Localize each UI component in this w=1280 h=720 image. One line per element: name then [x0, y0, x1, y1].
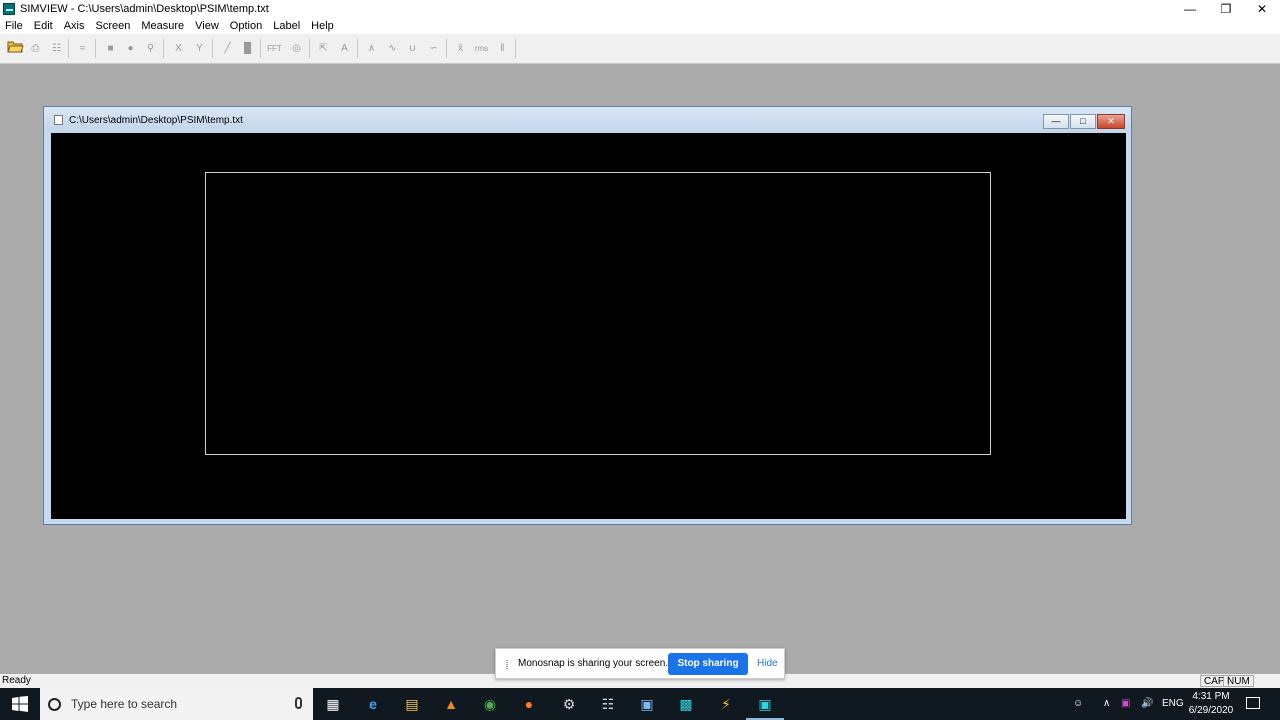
minimize-button[interactable]: —	[1172, 0, 1208, 18]
language-indicator[interactable]: ENG	[1162, 688, 1184, 720]
people-icon[interactable]: ☺	[1073, 688, 1083, 720]
menu-view[interactable]: View	[195, 20, 219, 32]
hide-button[interactable]: Hide	[757, 658, 778, 669]
x-axis-button[interactable]: X	[169, 39, 188, 58]
clock[interactable]: 4:31 PM 6/29/2020	[1182, 690, 1240, 718]
phase-icon[interactable]: ◎	[287, 39, 306, 58]
close-button[interactable]: ✕	[1244, 0, 1280, 18]
measure-min-icon[interactable]: ∪	[403, 39, 422, 58]
taskbar: Type here to search ▦ e ▤ ▲ ◉ ● ⚙ ☷ ▣ ▩ …	[0, 688, 1280, 720]
search-placeholder: Type here to search	[71, 697, 178, 711]
average-icon[interactable]: x̄	[451, 39, 470, 58]
copy-icon[interactable]: ☷	[47, 39, 66, 58]
drag-handle[interactable]	[506, 660, 508, 669]
clock-time: 4:31 PM	[1192, 691, 1230, 702]
data-setup-icon[interactable]: ≈	[73, 39, 92, 58]
y-axis-button[interactable]: Y	[190, 39, 209, 58]
zoom-icon[interactable]: ●	[121, 39, 140, 58]
measure-max-icon[interactable]: ∿	[383, 39, 402, 58]
share-message: Monosnap is sharing your screen.	[518, 658, 669, 669]
measure-next-icon[interactable]: ∽	[424, 39, 443, 58]
tray-app-icon[interactable]: ▣	[1121, 688, 1130, 720]
menu-screen[interactable]: Screen	[95, 20, 130, 32]
vlc-icon[interactable]: ▲	[440, 693, 462, 715]
simview-app-icon[interactable]	[3, 3, 15, 15]
microphone-icon[interactable]	[295, 697, 302, 709]
simview-taskbar-icon[interactable]: ▣	[746, 693, 784, 720]
edge-icon[interactable]: e	[362, 693, 384, 715]
plot-frame	[205, 172, 991, 455]
menu-axis[interactable]: Axis	[64, 20, 85, 32]
app-window-icon[interactable]: ▣	[636, 693, 658, 715]
rms-button[interactable]: rms	[472, 39, 491, 58]
psim-icon[interactable]: ▩	[675, 693, 697, 715]
zoom-region-icon[interactable]: ■	[101, 39, 120, 58]
clock-date: 6/29/2020	[1188, 705, 1234, 716]
graph-window[interactable]: C:\Users\admin\Desktop\PSIM\temp.txt — □…	[43, 106, 1132, 525]
taskbar-search[interactable]: Type here to search	[40, 688, 313, 720]
firefox-icon[interactable]: ●	[518, 693, 540, 715]
fill-icon[interactable]: █	[238, 39, 257, 58]
network-app-icon[interactable]: ☷	[597, 693, 619, 715]
child-close-button[interactable]: ✕	[1097, 114, 1125, 129]
settings-icon[interactable]: ⚙	[558, 693, 580, 715]
graph-window-title-bar[interactable]: C:\Users\admin\Desktop\PSIM\temp.txt — □…	[44, 107, 1131, 133]
plot-icon[interactable]: ╱	[218, 39, 237, 58]
num-lock-indicator: NUM	[1223, 675, 1254, 687]
fft-button[interactable]: FFT	[265, 39, 284, 58]
app-title: SIMVIEW - C:\Users\admin\Desktop\PSIM\te…	[20, 3, 269, 15]
bolt-app-icon[interactable]: ⚡	[715, 693, 737, 715]
task-view-icon[interactable]: ▦	[322, 693, 344, 715]
menu-bar: File Edit Axis Screen Measure View Optio…	[0, 18, 1280, 34]
app-title-bar[interactable]: SIMVIEW - C:\Users\admin\Desktop\PSIM\te…	[0, 0, 1280, 18]
text-label-button[interactable]: A	[335, 39, 354, 58]
volume-icon[interactable]: 🔊	[1141, 688, 1153, 720]
show-hidden-icons[interactable]: ∧	[1103, 688, 1110, 720]
restore-button[interactable]: ❐	[1208, 0, 1244, 18]
menu-label[interactable]: Label	[273, 20, 300, 32]
menu-file[interactable]: File	[5, 20, 23, 32]
child-restore-button[interactable]: □	[1070, 114, 1096, 129]
file-explorer-icon[interactable]: ▤	[401, 693, 423, 715]
child-minimize-button[interactable]: —	[1043, 114, 1069, 129]
cursor-icon[interactable]: ⇱	[314, 39, 333, 58]
open-file-icon[interactable]	[6, 39, 25, 58]
document-icon	[54, 115, 63, 125]
toolbar: ⎙ ☷ ≈ ■ ● ⚲ X Y ╱ █ FFT ◎ ⇱ A ∧ ∿ ∪ ∽ x̄…	[0, 34, 1280, 94]
avg-abs-icon[interactable]: ‖	[493, 39, 512, 58]
stop-sharing-button[interactable]: Stop sharing	[668, 653, 748, 675]
search-icon	[48, 697, 61, 711]
pan-icon[interactable]: ⚲	[141, 39, 160, 58]
menu-option[interactable]: Option	[230, 20, 262, 32]
plot-canvas[interactable]	[51, 133, 1126, 519]
measure-peak-icon[interactable]: ∧	[362, 39, 381, 58]
start-button[interactable]	[0, 688, 40, 720]
menu-measure[interactable]: Measure	[141, 20, 184, 32]
menu-edit[interactable]: Edit	[34, 20, 53, 32]
status-text: Ready	[2, 675, 31, 686]
windows-icon	[12, 696, 28, 712]
notifications-icon[interactable]	[1246, 697, 1260, 709]
graph-window-title: C:\Users\admin\Desktop\PSIM\temp.txt	[69, 114, 243, 126]
screen-share-banner: Monosnap is sharing your screen. Stop sh…	[495, 648, 785, 679]
menu-help[interactable]: Help	[311, 20, 334, 32]
chrome-icon[interactable]: ◉	[479, 693, 501, 715]
print-icon[interactable]: ⎙	[26, 39, 45, 58]
